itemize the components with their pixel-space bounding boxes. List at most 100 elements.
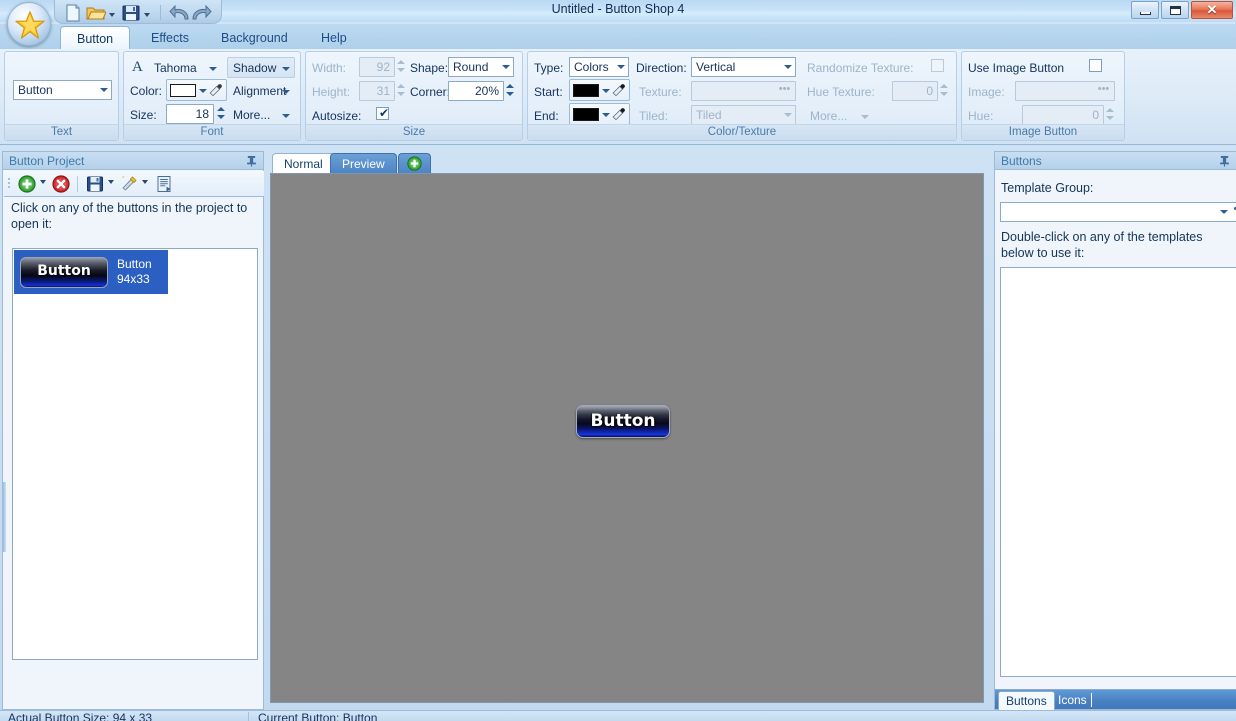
add-dropdown-arrow-icon[interactable] [40, 180, 46, 184]
toolbar-grip[interactable] [7, 176, 13, 192]
button-text-combo[interactable]: Button [13, 80, 112, 100]
shadow-button[interactable]: Shadow [227, 57, 295, 78]
stepper-down-icon[interactable] [397, 92, 405, 96]
stepper-up-icon[interactable] [1106, 108, 1114, 112]
corner-input[interactable]: 20% [448, 81, 504, 101]
new-document-icon[interactable] [63, 4, 83, 22]
template-group-combo[interactable]: ••• [1000, 202, 1236, 222]
direction-label: Direction: [636, 61, 687, 75]
end-color-picker[interactable] [569, 103, 630, 125]
application-menu-orb[interactable] [7, 2, 51, 46]
tab-button[interactable]: Button [60, 26, 131, 51]
type-combo[interactable]: Colors [569, 57, 629, 77]
project-button-list[interactable]: Button Button 94x33 [12, 248, 258, 660]
chevron-down-icon [209, 67, 217, 71]
pin-icon[interactable] [1219, 155, 1230, 167]
save-dropdown-arrow-icon[interactable] [108, 180, 114, 184]
randomize-texture-checkbox[interactable] [931, 59, 944, 72]
tab-icons[interactable]: Icons [1051, 691, 1094, 710]
close-button[interactable]: ✕ [1191, 1, 1233, 19]
stepper-down-icon[interactable] [506, 92, 514, 96]
stepper-up-icon[interactable] [940, 84, 948, 88]
texture-browse-button[interactable]: ••• [776, 84, 793, 99]
buttons-panel-header: Buttons [995, 152, 1236, 170]
minimize-icon [1140, 12, 1151, 15]
tiled-combo[interactable]: Tiled [691, 105, 796, 125]
eyedropper-icon[interactable] [208, 83, 223, 98]
eyedropper-icon[interactable] [611, 107, 626, 122]
eyedropper-icon[interactable] [611, 83, 626, 98]
stepper-up-icon[interactable] [397, 84, 405, 88]
pin-icon[interactable] [246, 155, 257, 167]
tab-preview[interactable]: Preview [330, 153, 397, 174]
font-size-input[interactable]: 18 [166, 104, 214, 124]
maximize-icon [1170, 6, 1181, 15]
minimize-button[interactable] [1131, 1, 1159, 19]
font-family-button[interactable]: Tahoma [148, 57, 222, 78]
tab-add-new[interactable] [398, 153, 431, 174]
color-more-button[interactable]: More... [804, 105, 874, 126]
stepper-up-icon[interactable] [217, 107, 225, 111]
tab-normal[interactable]: Normal [272, 153, 335, 174]
hue-texture-input[interactable]: 0 [892, 81, 938, 101]
texture-input[interactable]: ••• [691, 81, 796, 101]
hue-stepper[interactable] [1105, 105, 1116, 123]
save-project-icon[interactable] [86, 175, 104, 193]
status-separator [248, 712, 249, 721]
height-stepper[interactable] [396, 81, 407, 99]
image-browse-button[interactable]: ••• [1095, 84, 1112, 99]
autosize-checkbox[interactable]: ✔ [376, 107, 389, 120]
stepper-down-icon[interactable] [397, 68, 405, 72]
font-color-picker[interactable] [166, 79, 227, 101]
start-color-picker[interactable] [569, 79, 630, 101]
chevron-down-icon [1220, 210, 1228, 214]
tab-help[interactable]: Help [305, 26, 363, 51]
hue-input[interactable]: 0 [1022, 105, 1104, 125]
end-color-swatch [573, 108, 599, 121]
wand-dropdown-arrow-icon[interactable] [142, 180, 148, 184]
save-dropdown-arrow-icon[interactable] [144, 13, 150, 17]
list-item[interactable]: Button Button 94x33 [14, 250, 168, 294]
delete-button-icon[interactable] [52, 175, 70, 193]
redo-icon[interactable] [191, 4, 212, 22]
start-color-swatch [573, 84, 599, 97]
preview-button[interactable]: Button [576, 405, 670, 438]
tab-strip-caret [1091, 693, 1092, 707]
open-folder-icon[interactable] [86, 4, 107, 22]
tab-effects[interactable]: Effects [135, 26, 205, 51]
undo-icon[interactable] [168, 4, 189, 22]
use-image-button-checkbox[interactable] [1089, 59, 1102, 72]
report-icon[interactable] [156, 175, 172, 193]
corner-stepper[interactable] [505, 81, 516, 99]
panel-splitter[interactable] [3, 482, 6, 552]
image-input[interactable]: ••• [1015, 81, 1115, 101]
maximize-button[interactable] [1161, 1, 1189, 19]
chevron-down-icon [602, 89, 610, 93]
stepper-up-icon[interactable] [397, 60, 405, 64]
stepper-down-icon[interactable] [940, 92, 948, 96]
ribbon-body: Button Text A Tahoma Shadow Color: Align… [0, 49, 1236, 145]
height-input[interactable]: 31 [359, 81, 395, 101]
stepper-up-icon[interactable] [506, 84, 514, 88]
stepper-down-icon[interactable] [1106, 116, 1114, 120]
design-canvas[interactable]: Button [270, 173, 984, 703]
shape-combo[interactable]: Round [448, 57, 514, 77]
ribbon-group-font: A Tahoma Shadow Color: Alignment Size: 1… [123, 51, 301, 141]
stepper-down-icon[interactable] [217, 115, 225, 119]
tab-buttons[interactable]: Buttons [998, 691, 1055, 710]
open-dropdown-arrow-icon[interactable] [109, 13, 115, 17]
templates-list[interactable] [1000, 267, 1236, 677]
save-disk-icon[interactable] [121, 4, 141, 22]
hue-texture-stepper[interactable] [939, 81, 950, 99]
close-icon: ✕ [1206, 2, 1218, 17]
font-more-button[interactable]: More... [227, 104, 295, 125]
alignment-button[interactable]: Alignment [227, 80, 295, 101]
font-size-stepper[interactable] [216, 104, 227, 122]
ribbon-tab-strip: Button Effects Background Help [0, 24, 1236, 51]
add-button-icon[interactable] [18, 175, 36, 193]
tab-background[interactable]: Background [205, 26, 304, 51]
width-stepper[interactable] [396, 57, 407, 75]
wand-icon[interactable] [120, 175, 138, 193]
width-input[interactable]: 92 [359, 57, 395, 77]
direction-combo[interactable]: Vertical [691, 57, 796, 77]
